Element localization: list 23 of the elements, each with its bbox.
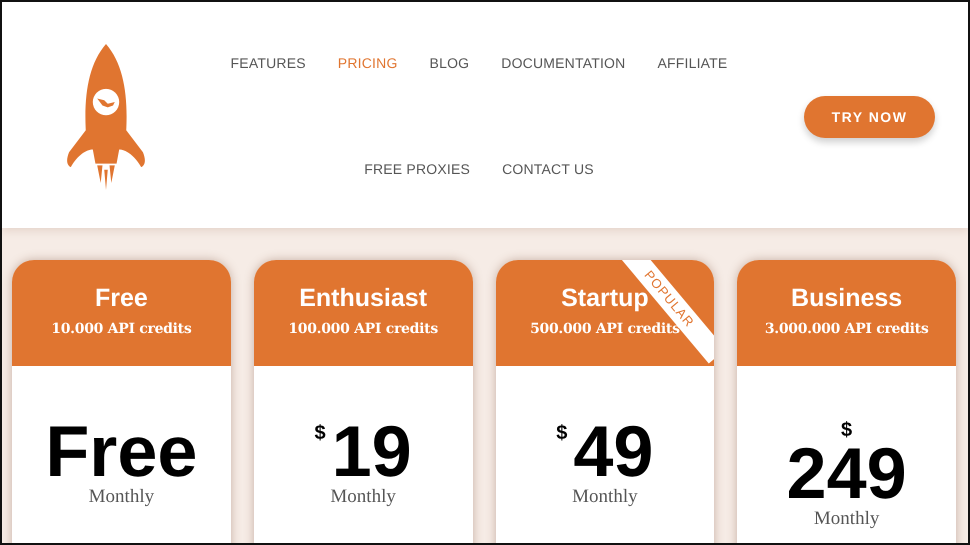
nav-link[interactable]: FREE PROXIES — [364, 159, 470, 179]
nav-link[interactable]: DOCUMENTATION — [501, 53, 626, 73]
currency-symbol: $ — [841, 420, 852, 440]
billing-period: Monthly — [88, 486, 154, 508]
billing-period: Monthly — [572, 486, 638, 508]
nav-link[interactable]: FEATURES — [230, 53, 306, 73]
plan-name: Business — [791, 284, 902, 313]
plan-price: Free — [45, 418, 198, 486]
plan-name: Enthusiast — [299, 284, 428, 313]
nav-link[interactable]: CONTACT US — [502, 159, 594, 179]
plan-credits: 100.000 API credits — [288, 321, 438, 337]
currency-symbol: $ — [314, 422, 326, 445]
currency-symbol: $ — [556, 422, 568, 445]
billing-period: Monthly — [814, 508, 880, 530]
plan-price: 249 — [786, 440, 907, 508]
plan-price: 49 — [573, 418, 654, 486]
plan-credits: 3.000.000 API credits — [764, 321, 928, 337]
billing-period: Monthly — [330, 486, 396, 508]
nav-link[interactable]: AFFILIATE — [657, 53, 728, 73]
nav-link[interactable]: BLOG — [430, 53, 470, 73]
plan-credits: 10.000 API credits — [51, 321, 192, 337]
plan-price: 19 — [332, 418, 412, 486]
plan-name: Free — [94, 284, 148, 313]
